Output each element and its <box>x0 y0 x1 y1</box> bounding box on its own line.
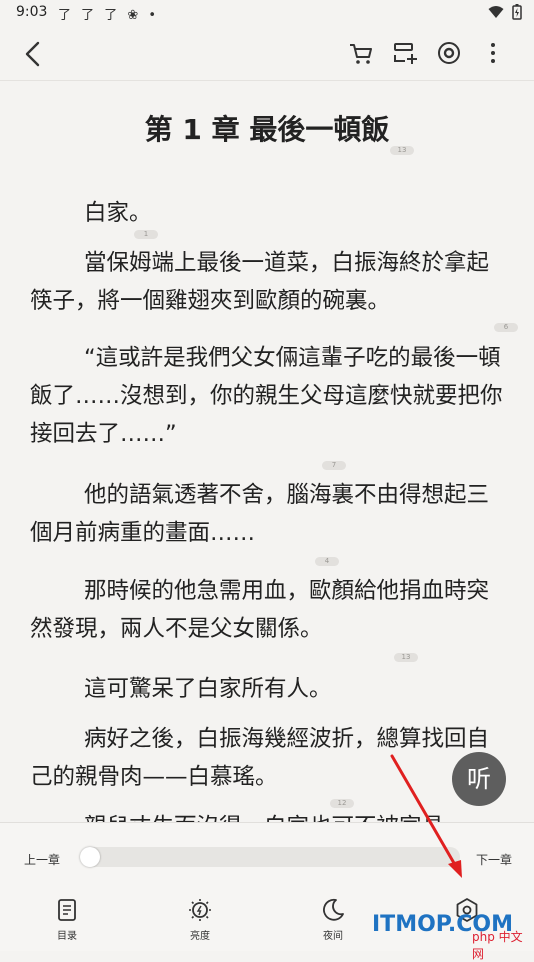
paragraph: 白家。 <box>84 200 152 226</box>
moon-icon <box>323 898 344 921</box>
toc-icon <box>58 899 76 921</box>
nav-night-mode[interactable]: 夜间 <box>298 897 368 942</box>
prev-chapter-button[interactable]: 上一章 <box>24 851 60 868</box>
nav-toc[interactable]: 目录 <box>32 897 102 942</box>
back-icon[interactable] <box>18 38 50 70</box>
comment-count-badge[interactable]: 7 <box>322 461 346 470</box>
nav-night-label: 夜间 <box>323 931 343 942</box>
php-watermark: php 中文网 <box>472 930 523 961</box>
comment-count-badge[interactable]: 13 <box>394 653 418 662</box>
paragraph: 這可驚呆了白家所有人。 <box>84 676 332 702</box>
chapter-title: 第 1 章 最後一頓飯 <box>144 113 390 146</box>
next-chapter-button[interactable]: 下一章 <box>476 851 512 868</box>
nav-toc-label: 目录 <box>57 931 77 942</box>
nav-brightness[interactable]: 亮度 <box>165 897 235 942</box>
status-icons-right <box>488 4 522 20</box>
nav-brightness-label: 亮度 <box>190 931 210 942</box>
paragraph: 那時候的他急需用血，歐顏給他捐血時突然發現，兩人不是父女關係。 <box>30 578 490 642</box>
status-bar: 9:03 了 了 了 ❀ • <box>0 0 534 26</box>
add-to-shelf-icon[interactable] <box>390 38 420 68</box>
comment-count-badge[interactable]: 13 <box>390 146 414 155</box>
brightness-icon <box>189 899 211 921</box>
more-options-icon[interactable] <box>478 38 508 68</box>
comment-count-badge[interactable]: 1 <box>134 230 158 239</box>
comment-count-badge[interactable]: 6 <box>494 323 518 332</box>
progress-slider-thumb[interactable] <box>80 847 100 867</box>
wifi-icon <box>488 6 504 18</box>
paragraph: 當保姆端上最後一道菜，白振海終於拿起筷子，將一個雞翅夾到歐顏的碗裏。 <box>30 250 490 314</box>
paragraph: “這或許是我們父女倆這輩子吃的最後一頓飯了……沒想到，你的親生父母這麼快就要把你… <box>30 345 503 447</box>
reader-content: 第 1 章 最後一頓飯 13 白家。 1 當保姆端上最後一道菜，白振海終於拿起筷… <box>0 80 534 822</box>
target-icon[interactable] <box>434 38 464 68</box>
battery-icon <box>512 4 522 20</box>
comment-count-badge[interactable]: 4 <box>315 557 339 566</box>
comment-count-badge[interactable]: 12 <box>330 799 354 808</box>
paragraph: 他的語氣透著不舍，腦海裏不由得想起三個月前病重的畫面…… <box>30 482 490 546</box>
red-arrow-annotation <box>390 754 462 878</box>
cart-icon[interactable] <box>346 38 376 68</box>
status-time: 9:03 <box>16 4 48 20</box>
notification-icons: 了 了 了 ❀ • <box>58 8 160 23</box>
reader-toolbar <box>0 26 534 81</box>
